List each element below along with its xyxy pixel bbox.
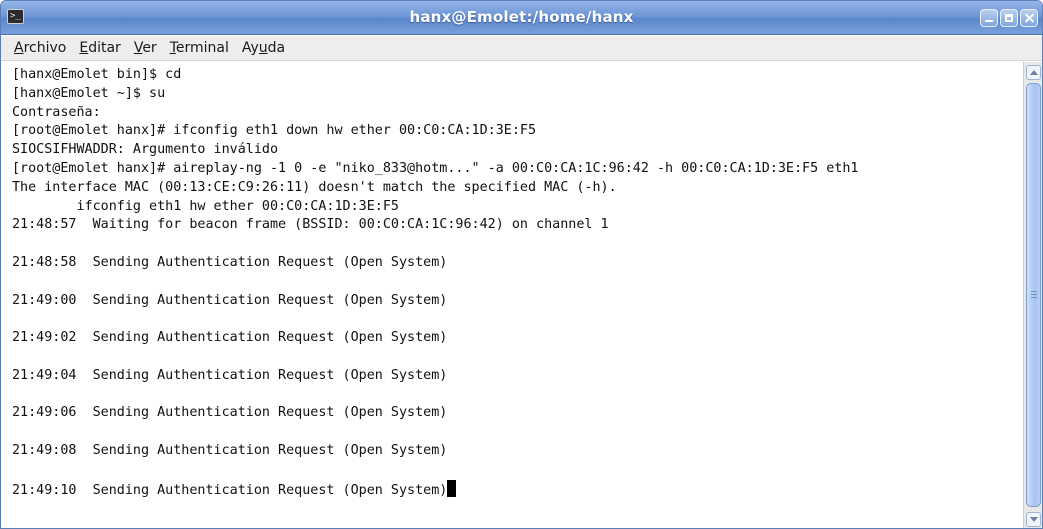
menu-bar: Archivo Editar Ver Terminal Ayuda bbox=[1, 36, 1042, 61]
terminal-line: ifconfig eth1 hw ether 00:C0:CA:1D:3E:F5 bbox=[12, 198, 399, 214]
vertical-scrollbar[interactable] bbox=[1023, 62, 1042, 528]
terminal-line: 21:49:02 Sending Authentication Request … bbox=[12, 330, 448, 346]
terminal-line: The interface MAC (00:13:CE:C9:26:11) do… bbox=[12, 179, 617, 195]
window-controls bbox=[980, 9, 1038, 27]
terminal-line: [hanx@Emolet bin]$ cd bbox=[12, 67, 182, 82]
terminal-output[interactable]: [hanx@Emolet bin]$ cd [hanx@Emolet ~]$ s… bbox=[1, 62, 1023, 528]
terminal-line: 21:49:08 Sending Authentication Request … bbox=[12, 442, 448, 458]
terminal-line: 21:48:57 Waiting for beacon frame (BSSID… bbox=[12, 217, 609, 233]
terminal-line: Contraseña: bbox=[12, 104, 101, 120]
menu-ver[interactable]: Ver bbox=[129, 36, 162, 61]
close-button[interactable] bbox=[1020, 9, 1038, 27]
title-bar[interactable]: >_ hanx@Emolet:/home/hanx bbox=[1, 1, 1042, 35]
scroll-up-arrow-icon[interactable] bbox=[1026, 65, 1041, 80]
terminal-line: 21:48:58 Sending Authentication Request … bbox=[12, 254, 448, 270]
terminal-line: [hanx@Emolet ~]$ su bbox=[12, 85, 166, 101]
maximize-icon bbox=[1005, 14, 1013, 22]
minimize-button[interactable] bbox=[980, 9, 998, 27]
menu-terminal[interactable]: Terminal bbox=[165, 36, 234, 61]
terminal-line-last: 21:49:10 Sending Authentication Request … bbox=[12, 479, 1023, 499]
terminal-line-text: 21:49:10 Sending Authentication Request … bbox=[12, 482, 448, 498]
menu-ayuda[interactable]: Ayuda bbox=[237, 36, 290, 61]
terminal-window: >_ hanx@Emolet:/home/hanx Archivo Editar… bbox=[0, 0, 1043, 529]
menu-archivo[interactable]: Archivo bbox=[9, 36, 71, 61]
terminal-line: 21:49:00 Sending Authentication Request … bbox=[12, 292, 448, 308]
window-title: hanx@Emolet:/home/hanx bbox=[409, 8, 634, 26]
terminal-line: [root@Emolet hanx]# ifconfig eth1 down h… bbox=[12, 123, 537, 139]
terminal-line: [root@Emolet hanx]# aireplay-ng -1 0 -e … bbox=[12, 160, 859, 176]
maximize-button[interactable] bbox=[1000, 9, 1018, 27]
menu-editar[interactable]: Editar bbox=[74, 36, 125, 61]
terminal-line: 21:49:04 Sending Authentication Request … bbox=[12, 367, 448, 383]
scrollbar-thumb[interactable] bbox=[1026, 83, 1041, 507]
grip-icon bbox=[1031, 291, 1037, 298]
scroll-down-arrow-icon[interactable] bbox=[1026, 512, 1041, 527]
terminal-line: SIOCSIFHWADDR: Argumento inválido bbox=[12, 142, 279, 158]
minimize-icon bbox=[985, 20, 993, 22]
terminal-line: 21:49:06 Sending Authentication Request … bbox=[12, 405, 448, 421]
text-cursor bbox=[447, 479, 457, 497]
